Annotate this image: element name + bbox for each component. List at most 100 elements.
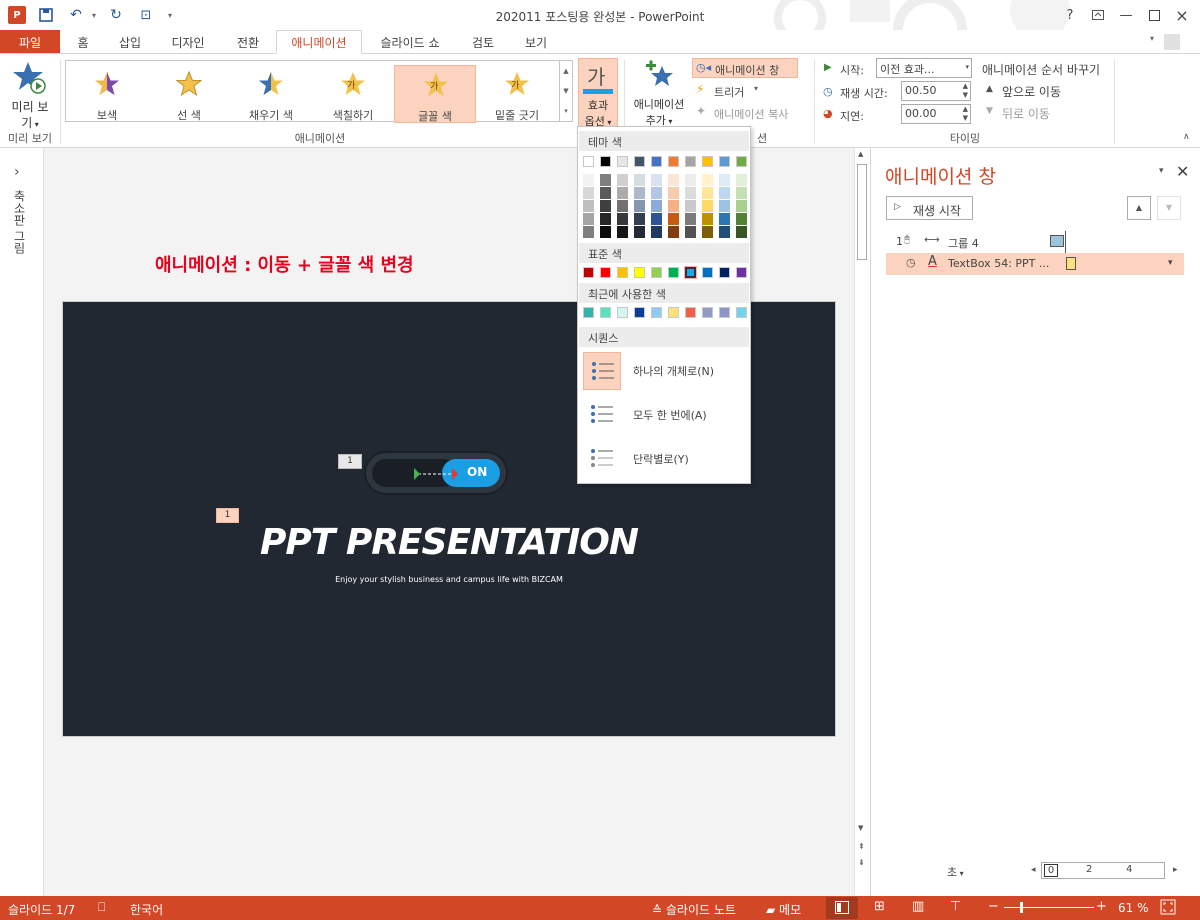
start-select[interactable]: 이전 효과... ▾ (876, 58, 972, 78)
animation-list-item-selected[interactable]: ◷ A TextBox 54: PPT ... ▾ (886, 253, 1184, 275)
slide-scrollbar[interactable]: ▲ ▼ ⇞ ⇟ (854, 148, 870, 896)
color-swatch[interactable] (651, 226, 662, 238)
tab-file[interactable]: 파일 (0, 30, 60, 54)
toggle-switch-graphic[interactable]: ON (364, 451, 508, 495)
color-swatch[interactable] (600, 307, 611, 318)
slide-title[interactable]: PPT PRESENTATION (63, 522, 835, 563)
effect-options-button[interactable]: 가 효과 옵션 ▾ (578, 58, 618, 128)
color-swatch[interactable] (668, 156, 679, 167)
move-earlier-button[interactable]: ▲ 앞으로 이동 (986, 82, 1076, 100)
animation-tag-selected[interactable]: 1 (216, 508, 239, 523)
timeline-bar[interactable] (1050, 235, 1064, 247)
color-swatch[interactable] (617, 174, 628, 186)
seconds-dropdown[interactable]: 초 ▾ (947, 864, 964, 880)
animation-painter-button[interactable]: ✦ 애니메이션 복사 (696, 104, 806, 122)
redo-icon[interactable]: ↻ (106, 5, 126, 25)
avatar[interactable] (1164, 34, 1180, 50)
color-swatch[interactable] (736, 156, 747, 167)
animation-list-item[interactable]: 1 🖰 ⟷ 그룹 4 (886, 231, 1184, 253)
comments-button[interactable]: ▰ 메모 (766, 901, 801, 918)
color-swatch[interactable] (617, 200, 628, 212)
color-swatch[interactable] (668, 213, 679, 225)
color-swatch[interactable] (617, 156, 628, 167)
preview-button[interactable]: 미리 보 기 ▾ (4, 58, 56, 130)
timeline-right-icon[interactable]: ▸ (1173, 865, 1178, 875)
color-swatch[interactable] (600, 187, 611, 199)
scroll-down-icon[interactable]: ▼ (858, 824, 863, 832)
item-dropdown-icon[interactable]: ▾ (1168, 258, 1173, 268)
tab-view[interactable]: 보기 (514, 30, 558, 54)
slide-counter[interactable]: 슬라이드 1/7 (8, 901, 75, 918)
color-swatch[interactable] (583, 213, 594, 225)
color-swatch[interactable] (651, 156, 662, 167)
color-swatch[interactable] (719, 213, 730, 225)
color-swatch[interactable] (634, 226, 645, 238)
color-swatch[interactable] (719, 174, 730, 186)
sequence-by-paragraph[interactable]: 단락별로(Y) (581, 439, 748, 479)
reading-view-icon[interactable]: ▥ (912, 899, 924, 914)
color-swatch[interactable] (736, 307, 747, 318)
expand-thumbnails-icon[interactable]: › (14, 164, 20, 180)
color-swatch[interactable] (719, 156, 730, 167)
language-indicator[interactable]: 한국어 (130, 901, 163, 918)
color-swatch[interactable] (668, 200, 679, 212)
duration-spinner-icon[interactable]: ▲ ▼ (963, 82, 968, 100)
scroll-up-icon[interactable]: ▲ (858, 150, 863, 158)
color-swatch[interactable] (634, 307, 645, 318)
color-swatch[interactable] (685, 307, 696, 318)
color-swatch[interactable] (668, 174, 679, 186)
color-swatch[interactable] (583, 307, 594, 318)
color-swatch[interactable] (617, 267, 628, 278)
color-swatch[interactable] (617, 213, 628, 225)
color-swatch[interactable] (651, 174, 662, 186)
color-swatch[interactable] (702, 200, 713, 212)
thumbnails-label[interactable]: 축소판 그림 (8, 190, 28, 254)
slide-heading[interactable]: 애니메이션 : 이동 + 글꼴 색 변경 (155, 251, 414, 277)
minimize-icon[interactable]: — (1114, 4, 1138, 26)
color-swatch[interactable] (617, 307, 628, 318)
timeline-ruler[interactable]: 0 2 4 (1041, 862, 1165, 879)
spell-check-icon[interactable]: ⎕ (98, 900, 105, 915)
color-swatch[interactable] (583, 267, 594, 278)
color-swatch[interactable] (651, 307, 662, 318)
color-swatch[interactable] (668, 226, 679, 238)
animation-tag[interactable]: 1 (338, 454, 362, 469)
move-later-button[interactable]: ▼ 뒤로 이동 (986, 104, 1076, 122)
color-swatch[interactable] (736, 200, 747, 212)
save-icon[interactable] (36, 5, 56, 25)
color-swatch[interactable] (651, 187, 662, 199)
gallery-item-font-color[interactable]: 가 글꼴 색 (394, 65, 476, 123)
tab-animations[interactable]: 애니메이션 (276, 30, 362, 54)
color-swatch[interactable] (736, 226, 747, 238)
color-swatch[interactable] (719, 267, 730, 278)
collapse-ribbon-icon[interactable]: ∧ (1183, 132, 1190, 142)
color-swatch[interactable] (600, 174, 611, 186)
tab-insert[interactable]: 삽입 (108, 30, 152, 54)
color-swatch[interactable] (634, 200, 645, 212)
move-down-button[interactable]: ▼ (1157, 196, 1181, 220)
color-swatch[interactable] (685, 226, 696, 238)
pane-options-icon[interactable]: ▾ (1159, 166, 1164, 176)
color-swatch[interactable] (600, 267, 611, 278)
gallery-scroll[interactable]: ▲ ▼ ▾ (559, 61, 572, 121)
color-swatch[interactable] (651, 200, 662, 212)
color-swatch[interactable] (719, 307, 730, 318)
color-swatch[interactable] (634, 267, 645, 278)
help-button[interactable]: ? (1058, 4, 1082, 26)
color-swatch[interactable] (702, 307, 713, 318)
color-swatch[interactable] (719, 226, 730, 238)
color-swatch[interactable] (685, 156, 696, 167)
next-slide-icon[interactable]: ⇟ (858, 858, 865, 867)
move-up-button[interactable]: ▲ (1127, 196, 1151, 220)
slide-sorter-icon[interactable]: ⊞ (874, 899, 885, 914)
gallery-item-complementary[interactable]: 보색 (66, 65, 148, 123)
color-swatch[interactable] (634, 187, 645, 199)
account-dropdown-icon[interactable]: ▾ (1150, 34, 1154, 43)
color-swatch[interactable] (634, 213, 645, 225)
duration-input[interactable]: 00.50 ▲ ▼ (901, 81, 971, 101)
tab-design[interactable]: 디자인 (160, 30, 216, 54)
color-swatch[interactable] (736, 174, 747, 186)
color-swatch[interactable] (600, 213, 611, 225)
undo-icon[interactable]: ↶ (66, 5, 86, 25)
color-swatch[interactable] (702, 187, 713, 199)
